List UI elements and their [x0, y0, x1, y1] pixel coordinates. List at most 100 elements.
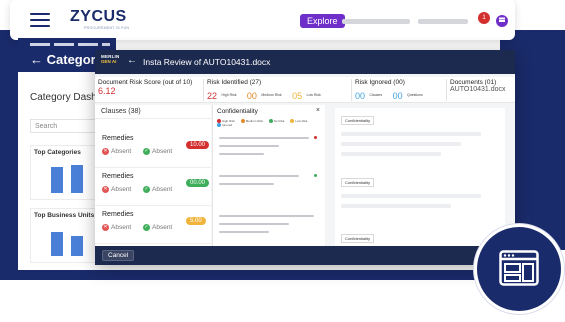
clause-item[interactable]: Remedies ✕ Absent ✓ Absent 10.00	[95, 130, 211, 168]
ignored-clauses: 00 Clauses	[355, 91, 383, 101]
status-absent: ✓ Absent	[143, 224, 173, 232]
hamburger-menu-icon[interactable]	[30, 13, 50, 27]
risk-dot	[314, 136, 317, 139]
document-name[interactable]: AUTO10431.docx	[450, 86, 513, 93]
text-line	[219, 137, 309, 139]
breadcrumb	[30, 43, 110, 46]
text-line	[219, 183, 274, 185]
chart-bar	[51, 232, 63, 256]
metric-label: Risk Identified (27)	[207, 79, 262, 86]
chart-bar	[51, 167, 63, 193]
card-title: Top Business Units b	[34, 212, 100, 219]
score-badge: 10.00	[186, 141, 210, 149]
status-absent: ✓ Absent	[143, 186, 173, 194]
documents-metric: Documents (01) AUTO10431.docx	[450, 79, 513, 101]
panel-title: Confidentiality	[217, 108, 258, 115]
metric-label: Risk Ignored (00)	[355, 79, 405, 86]
x-circle-icon: ✕	[102, 224, 109, 231]
cancel-button[interactable]: Cancel	[102, 250, 135, 261]
legend-item: Ignored	[217, 123, 232, 128]
text-line	[341, 194, 481, 198]
legend-item: Medium Risk	[240, 119, 263, 124]
metric-label: Documents (01)	[450, 79, 497, 86]
text-line	[341, 142, 461, 146]
legend-item: No Risk	[268, 119, 284, 124]
score-badge: 5.00	[186, 217, 206, 225]
risk-identified-values: 22 High Risk 00 Medium Risk 05 Low Risk	[207, 86, 351, 104]
text-line	[341, 132, 481, 136]
status-absent: ✓ Absent	[143, 148, 173, 156]
explore-button[interactable]: Explore	[300, 14, 345, 28]
risk-low: 05 Low Risk	[292, 91, 321, 101]
risk-identified-metric: Risk Identified (27) 22 High Risk 00 Med…	[207, 79, 352, 101]
legend-item: Low Risk	[290, 119, 307, 124]
logo-tagline: PROCUREMENT IS FUN	[84, 26, 130, 30]
search-input[interactable]: Search	[30, 119, 98, 133]
risk-ignored-metric: Risk Ignored (00) 00 Clauses 00 Question…	[355, 79, 447, 101]
clause-item[interactable]: Remedies ✕ Absent ✓ Absent 5.00	[95, 206, 211, 244]
modal-footer: Cancel Up	[95, 246, 515, 265]
placeholder-bar	[418, 19, 468, 24]
status-absent: ✕ Absent	[102, 186, 132, 194]
x-circle-icon: ✕	[102, 186, 109, 193]
ignored-questions: 00 Questions	[392, 91, 423, 101]
close-icon[interactable]: ×	[316, 107, 320, 114]
clause-name: Remedies	[102, 211, 134, 218]
clause-item[interactable]: Remedies ✕ Absent ✓ Absent 00.00	[95, 168, 211, 206]
top-categories-card: Top Categories	[30, 145, 98, 200]
merlin-genai-badge: MERLIN GEN AI	[101, 54, 121, 70]
text-line	[341, 204, 451, 208]
text-line	[219, 175, 299, 177]
risk-medium: 00 Medium Risk	[246, 91, 282, 101]
top-bar: ZYCUS PROCUREMENT IS FUN Explore 1	[10, 0, 515, 40]
clauses-panel: Clauses (38) Remedies ✕ Absent ✓ Absent 10…	[95, 105, 211, 247]
notification-badge[interactable]: 1	[478, 12, 490, 24]
chart-bar	[71, 236, 83, 256]
back-arrow-icon[interactable]: ←	[127, 55, 137, 66]
risk-score-metric: Document Risk Score (out of 10) 6.12	[98, 79, 204, 101]
text-line	[219, 153, 264, 155]
modal-header: MERLIN GEN AI ← Insta Review of AUTO1043…	[95, 50, 515, 74]
clause-tag[interactable]: Confidentiality	[341, 178, 375, 187]
dashboard-subtitle: Category Dash	[30, 92, 97, 103]
confidentiality-panel: Confidentiality × High Risk Medium Risk …	[212, 105, 325, 247]
document-preview: Confidentiality Confidentiality Confiden…	[335, 108, 505, 247]
status-absent: ✕ Absent	[102, 148, 132, 156]
text-line	[219, 231, 269, 233]
text-line	[341, 152, 441, 156]
clause-name: Remedies	[102, 135, 134, 142]
top-business-units-card: Top Business Units b	[30, 208, 100, 263]
modal-title: Insta Review of AUTO10431.docx	[143, 57, 271, 67]
background-panel-bottom	[0, 270, 520, 280]
check-circle-icon: ✓	[143, 224, 150, 231]
browser-window-icon	[499, 250, 539, 286]
insta-review-modal: MERLIN GEN AI ← Insta Review of AUTO1043…	[95, 50, 515, 265]
dashboard-title: ← Categor	[30, 52, 96, 67]
clause-tag[interactable]: Confidentiality	[341, 234, 375, 243]
chart-bar	[71, 165, 83, 193]
user-avatar[interactable]	[496, 15, 508, 27]
feature-badge	[474, 224, 564, 314]
text-line	[219, 215, 314, 217]
risk-dot	[314, 174, 317, 177]
score-badge: 00.00	[186, 179, 210, 187]
check-circle-icon: ✓	[143, 186, 150, 193]
risk-score-value: 6.12	[98, 86, 116, 96]
clause-name: Remedies	[102, 173, 134, 180]
card-title: Top Categories	[34, 149, 81, 156]
clause-tag[interactable]: Confidentiality	[341, 116, 375, 125]
check-circle-icon: ✓	[143, 148, 150, 155]
risk-high: 22 High Risk	[207, 91, 237, 101]
status-absent: ✕ Absent	[102, 224, 132, 232]
risk-ignored-values: 00 Clauses 00 Questions	[355, 86, 446, 104]
text-line	[219, 223, 289, 225]
metrics-bar: Document Risk Score (out of 10) 6.12 Ris…	[95, 77, 515, 103]
zycus-logo[interactable]: ZYCUS PROCUREMENT IS FUN	[70, 8, 129, 30]
risk-legend: High Risk Medium Risk No Risk Low Risk I…	[217, 119, 327, 128]
logo-text: ZYCUS	[70, 8, 127, 25]
badge-line-2: GEN AI	[101, 59, 117, 64]
metric-label: Document Risk Score (out of 10)	[98, 79, 193, 86]
clauses-title: Clauses (38)	[95, 105, 211, 119]
x-circle-icon: ✕	[102, 148, 109, 155]
text-line	[219, 145, 279, 147]
